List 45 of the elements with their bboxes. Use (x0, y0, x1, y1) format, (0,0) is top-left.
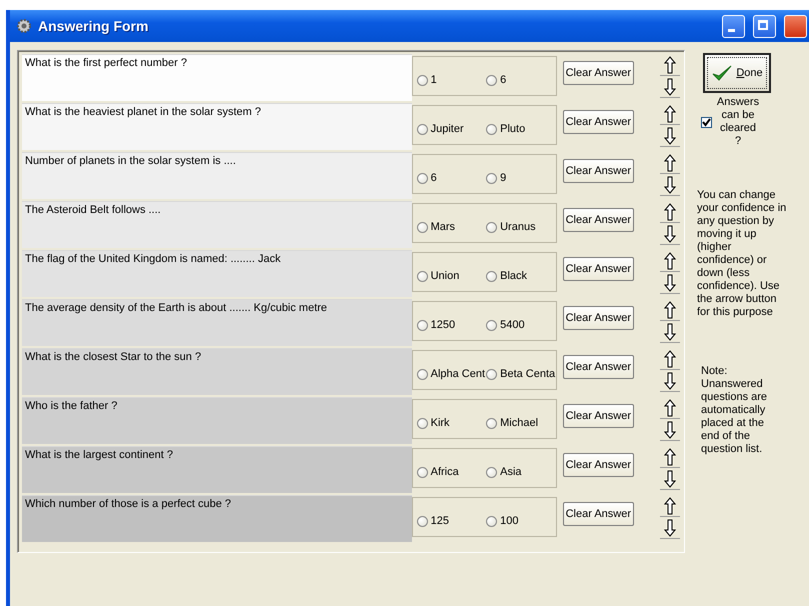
option-label: 6 (430, 172, 437, 184)
window-title: Answering Form (38, 18, 148, 34)
option-label: Black (500, 270, 528, 282)
question-text: Number of planets in the solar system is .... (22, 152, 412, 199)
option-label: Kirk (430, 417, 450, 429)
note-text: Note: Unanswered questions are automatically placed at the end of the question list. (701, 365, 768, 456)
question-text: Who is the father ? (22, 397, 412, 444)
option-label: Alpha Cent (430, 368, 486, 380)
option-label: Uranus (500, 221, 536, 233)
question-text: Which number of those is a perfect cube ? (22, 495, 412, 542)
option-label: Beta Centa (500, 368, 556, 380)
clear-answer-button[interactable]: Clear Answer (562, 257, 634, 281)
option-label: Africa (430, 466, 459, 478)
option-label: 1 (430, 74, 437, 86)
help-text: You can change your confidence in any question by moving it up (higher confidence) or down (less confidence). Use the arrow button for this purpose (697, 189, 788, 319)
option-label: 9 (500, 172, 506, 184)
question-text: What is the heaviest planet in the solar system ? (22, 103, 412, 150)
option-label: 1250 (430, 319, 456, 331)
option-label: Mars (430, 221, 456, 233)
question-text: The flag of the United Kingdom is named: ........ Jack (22, 250, 412, 297)
clear-answer-button[interactable]: Clear Answer (562, 159, 634, 183)
option-label: 125 (430, 515, 449, 527)
option-label: Union (430, 270, 460, 282)
question-text: What is the closest Star to the sun ? (22, 348, 412, 395)
question-text: The Asteroid Belt follows .... (22, 201, 412, 248)
option-label: 100 (500, 515, 518, 527)
clear-answer-button[interactable]: Clear Answer (562, 110, 634, 134)
option-label: 5400 (500, 319, 525, 331)
clear-answer-button[interactable]: Clear Answer (562, 502, 634, 526)
clear-answer-button[interactable]: Clear Answer (562, 208, 634, 232)
option-label: Michael (500, 417, 538, 429)
option-label: 6 (500, 74, 506, 86)
clear-answer-button[interactable]: Clear Answer (562, 61, 634, 85)
clear-answer-button[interactable]: Clear Answer (562, 453, 634, 477)
question-text: What is the largest continent ? (22, 446, 412, 493)
done-button[interactable]: Done (703, 53, 771, 93)
question-text: What is the first perfect number ? (22, 54, 412, 101)
clear-answer-button[interactable]: Clear Answer (562, 306, 634, 330)
clear-answer-button[interactable]: Clear Answer (562, 404, 634, 428)
checkbox-label: Answers can be cleared ? (716, 96, 760, 148)
option-label: Pluto (500, 123, 526, 135)
clear-answer-button[interactable]: Clear Answer (562, 355, 634, 379)
option-label: Jupiter (430, 123, 464, 135)
question-text: The average density of the Earth is about ....... Kg/cubic metre (22, 299, 412, 346)
option-label: Asia (500, 466, 522, 478)
